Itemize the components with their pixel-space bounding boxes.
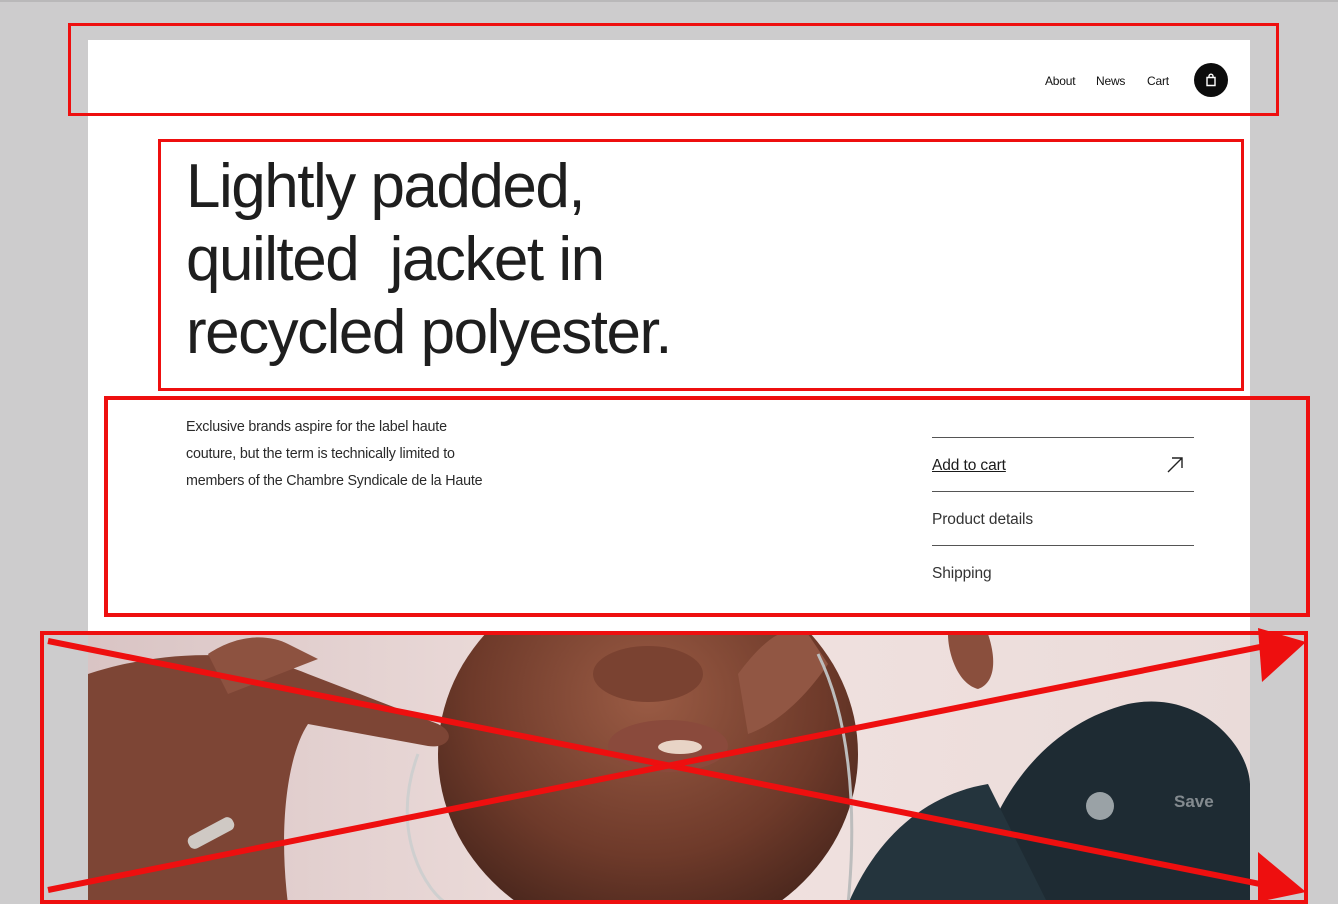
annotation-box-header [68, 23, 1279, 116]
annotation-box-headline [158, 139, 1244, 391]
top-border [0, 0, 1338, 2]
annotation-box-details [104, 396, 1310, 617]
annotation-box-image [40, 631, 1308, 904]
